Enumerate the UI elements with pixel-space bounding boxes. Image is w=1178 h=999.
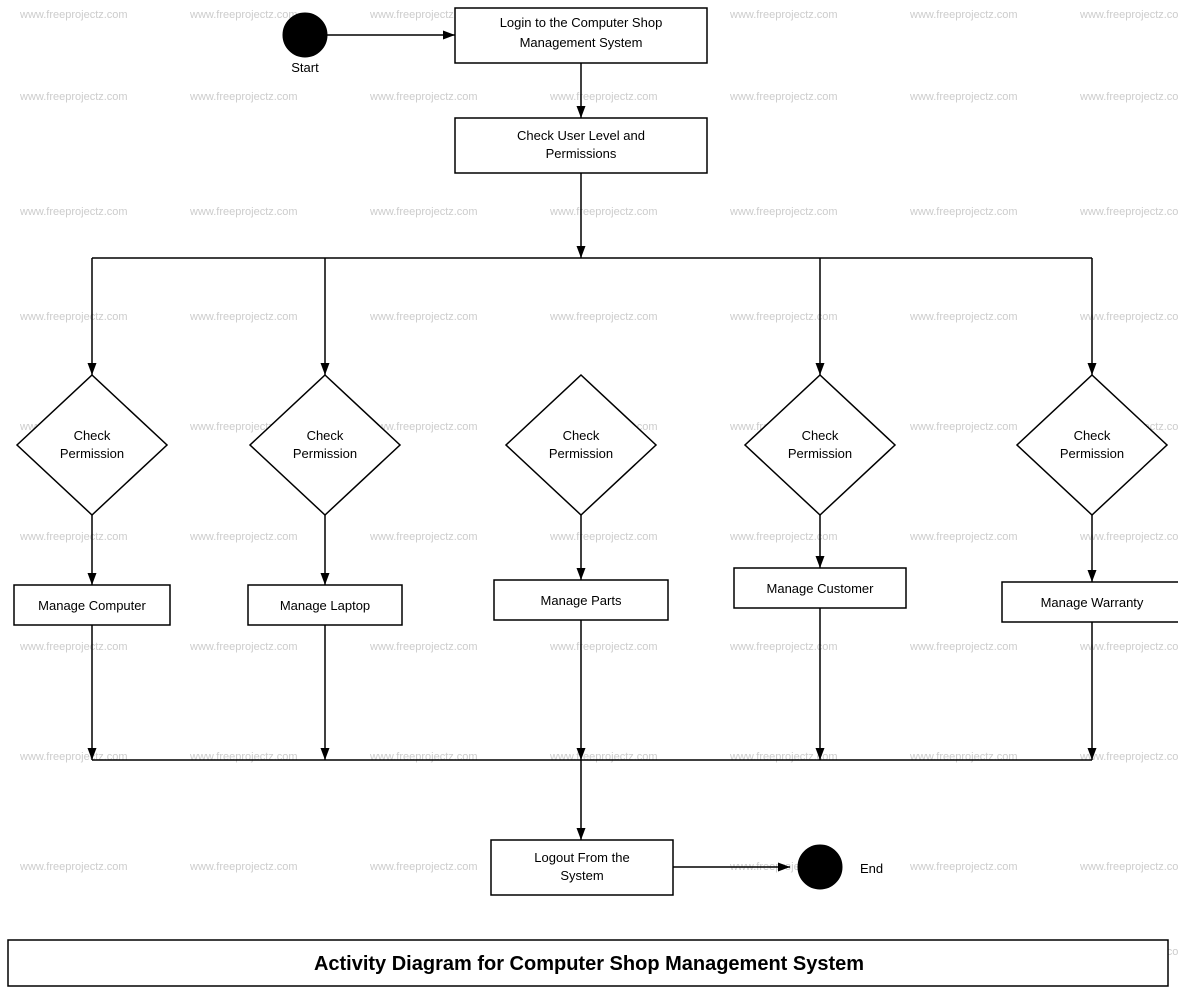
svg-text:www.freeprojectz.com: www.freeprojectz.com	[909, 421, 1018, 433]
svg-text:www.freeprojectz.com: www.freeprojectz.com	[369, 311, 478, 323]
svg-text:www.freeprojectz.com: www.freeprojectz.com	[909, 531, 1018, 543]
svg-text:www.freeprojectz.com: www.freeprojectz.com	[729, 9, 838, 21]
svg-text:www.freeprojectz.com: www.freeprojectz.com	[549, 531, 658, 543]
logout-text1: Logout From the	[534, 850, 629, 865]
diamond-check-perm4	[745, 375, 895, 515]
diamond-check-perm5	[1017, 375, 1167, 515]
perm2-text1: Check	[307, 428, 344, 443]
svg-text:www.freeprojectz.com: www.freeprojectz.com	[369, 861, 478, 873]
svg-text:www.freeprojectz.com: www.freeprojectz.com	[549, 311, 658, 323]
login-text-line1: Login to the Computer Shop	[500, 15, 663, 30]
svg-text:www.freeprojectz.com: www.freeprojectz.com	[909, 641, 1018, 653]
svg-text:www.freeprojectz.com: www.freeprojectz.com	[549, 641, 658, 653]
diamond-check-perm2	[250, 375, 400, 515]
perm3-text2: Permission	[549, 446, 613, 461]
svg-text:www.freeprojectz.com: www.freeprojectz.com	[729, 751, 838, 763]
manage-laptop-text: Manage Laptop	[280, 598, 370, 613]
svg-text:www.freeprojectz.com: www.freeprojectz.com	[19, 531, 128, 543]
svg-text:www.freeprojectz.com: www.freeprojectz.com	[19, 206, 128, 218]
svg-text:www.freeprojectz.com: www.freeprojectz.com	[909, 861, 1018, 873]
svg-text:www.freeprojectz.com: www.freeprojectz.com	[369, 641, 478, 653]
svg-text:www.freeprojectz.com: www.freeprojectz.com	[1079, 531, 1178, 543]
perm1-text1: Check	[74, 428, 111, 443]
svg-text:www.freeprojectz.com: www.freeprojectz.com	[729, 206, 838, 218]
svg-text:www.freeprojectz.com: www.freeprojectz.com	[189, 751, 298, 763]
svg-text:www.freeprojectz.com: www.freeprojectz.com	[19, 861, 128, 873]
svg-text:www.freeprojectz.com: www.freeprojectz.com	[189, 531, 298, 543]
svg-text:www.freeprojectz.com: www.freeprojectz.com	[189, 861, 298, 873]
diamond-check-perm3	[506, 375, 656, 515]
check-user-text2: Permissions	[546, 146, 617, 161]
svg-text:www.freeprojectz.com: www.freeprojectz.com	[909, 91, 1018, 103]
svg-text:www.freeprojectz.com: www.freeprojectz.com	[19, 311, 128, 323]
perm1-text2: Permission	[60, 446, 124, 461]
login-text-line2: Management System	[520, 35, 643, 50]
manage-computer-text: Manage Computer	[38, 598, 146, 613]
start-circle	[283, 13, 327, 57]
svg-text:www.freeprojectz.com: www.freeprojectz.com	[729, 641, 838, 653]
svg-text:www.freeprojectz.com: www.freeprojectz.com	[369, 206, 478, 218]
svg-text:www.freeprojectz.com: www.freeprojectz.com	[1079, 9, 1178, 21]
svg-text:www.freeprojectz.com: www.freeprojectz.com	[369, 91, 478, 103]
diamond-check-perm1	[17, 375, 167, 515]
svg-text:www.freeprojectz.com: www.freeprojectz.com	[549, 91, 658, 103]
svg-text:www.freeprojectz.com: www.freeprojectz.com	[189, 9, 298, 21]
end-label: End	[860, 861, 883, 876]
svg-text:www.freeprojectz.com: www.freeprojectz.com	[729, 311, 838, 323]
svg-text:www.freeprojectz.com: www.freeprojectz.com	[1079, 861, 1178, 873]
svg-text:www.freeprojectz.com: www.freeprojectz.com	[19, 751, 128, 763]
svg-text:www.freeprojectz.com: www.freeprojectz.com	[909, 9, 1018, 21]
svg-text:www.freeprojectz.com: www.freeprojectz.com	[549, 751, 658, 763]
svg-text:www.freeprojectz.com: www.freeprojectz.com	[19, 641, 128, 653]
perm5-text1: Check	[1074, 428, 1111, 443]
svg-text:www.freeprojectz.com: www.freeprojectz.com	[189, 641, 298, 653]
svg-text:www.freeprojectz.com: www.freeprojectz.com	[729, 531, 838, 543]
perm5-text2: Permission	[1060, 446, 1124, 461]
perm4-text1: Check	[802, 428, 839, 443]
svg-text:www.freeprojectz.com: www.freeprojectz.com	[1079, 751, 1178, 763]
diagram-container: www.freeprojectz.com www.freeprojectz.co…	[0, 0, 1178, 994]
manage-customer-text: Manage Customer	[767, 581, 875, 596]
perm2-text2: Permission	[293, 446, 357, 461]
svg-text:www.freeprojectz.com: www.freeprojectz.com	[189, 311, 298, 323]
start-label: Start	[291, 60, 319, 75]
svg-text:www.freeprojectz.com: www.freeprojectz.com	[909, 311, 1018, 323]
svg-text:www.freeprojectz.com: www.freeprojectz.com	[729, 91, 838, 103]
svg-text:www.freeprojectz.com: www.freeprojectz.com	[1079, 311, 1178, 323]
svg-text:www.freeprojectz.com: www.freeprojectz.com	[19, 91, 128, 103]
svg-text:www.freeprojectz.com: www.freeprojectz.com	[549, 206, 658, 218]
svg-text:www.freeprojectz.com: www.freeprojectz.com	[1079, 206, 1178, 218]
perm4-text2: Permission	[788, 446, 852, 461]
svg-text:www.freeprojectz.com: www.freeprojectz.com	[1079, 641, 1178, 653]
end-circle	[798, 845, 842, 889]
svg-text:www.freeprojectz.com: www.freeprojectz.com	[369, 531, 478, 543]
perm3-text1: Check	[563, 428, 600, 443]
svg-text:www.freeprojectz.com: www.freeprojectz.com	[19, 9, 128, 21]
manage-warranty-text: Manage Warranty	[1041, 595, 1144, 610]
check-user-text1: Check User Level and	[517, 128, 645, 143]
svg-text:www.freeprojectz.com: www.freeprojectz.com	[369, 751, 478, 763]
svg-text:www.freeprojectz.com: www.freeprojectz.com	[189, 91, 298, 103]
svg-text:www.freeprojectz.com: www.freeprojectz.com	[1079, 91, 1178, 103]
svg-text:www.freeprojectz.com: www.freeprojectz.com	[909, 751, 1018, 763]
logout-text2: System	[560, 868, 603, 883]
svg-text:www.freeprojectz.com: www.freeprojectz.com	[909, 206, 1018, 218]
svg-text:www.freeprojectz.com: www.freeprojectz.com	[189, 206, 298, 218]
diagram-title: Activity Diagram for Computer Shop Manag…	[314, 953, 864, 975]
manage-parts-text: Manage Parts	[541, 593, 622, 608]
